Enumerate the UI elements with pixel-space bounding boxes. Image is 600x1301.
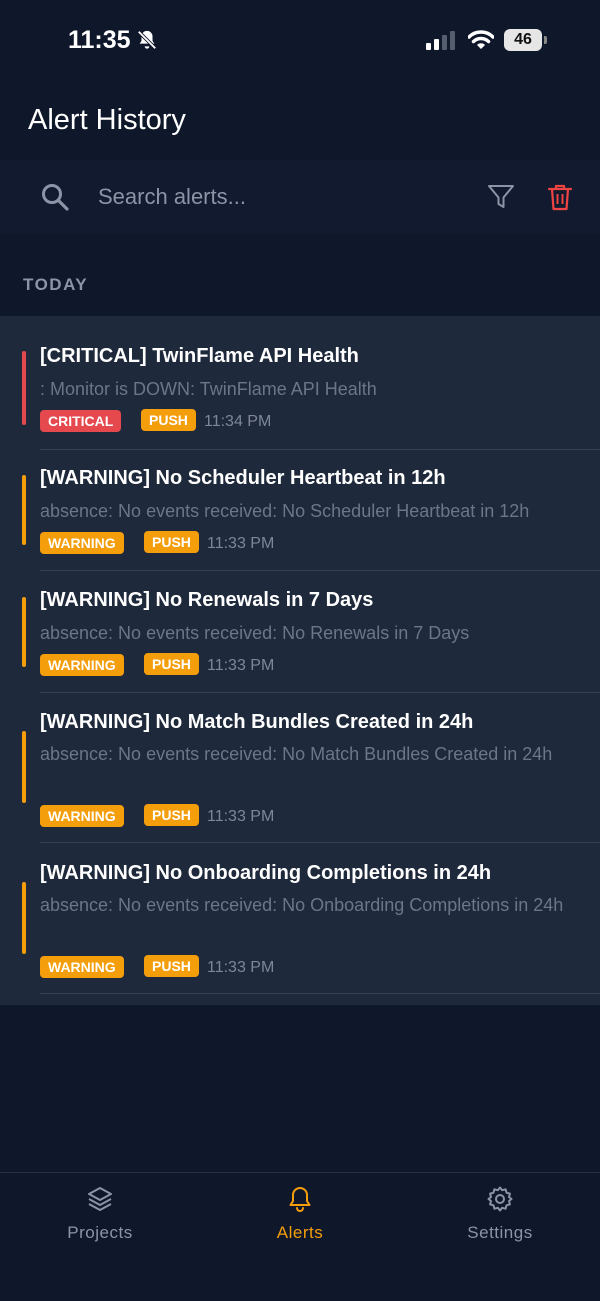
layers-icon — [88, 1187, 112, 1211]
wifi-icon — [468, 30, 494, 49]
severity-bar — [22, 475, 26, 545]
tab-label: Alerts — [276, 1223, 324, 1242]
channel-badge: PUSH — [144, 531, 199, 553]
alert-list: [CRITICAL] TwinFlame API Health : Monito… — [0, 316, 600, 1005]
bell-off-icon — [137, 30, 157, 50]
alert-message: absence: No events received: No Onboardi… — [40, 895, 564, 915]
page-title: Alert History — [28, 104, 186, 136]
channel-badge: PUSH — [141, 409, 196, 431]
channel-badge: PUSH — [144, 955, 199, 977]
tab-alerts[interactable]: Alerts — [200, 1185, 400, 1255]
severity-bar — [22, 597, 26, 667]
tab-settings[interactable]: Settings — [400, 1185, 600, 1255]
severity-bar — [22, 731, 26, 803]
alert-title: [CRITICAL] TwinFlame API Health — [40, 345, 359, 367]
alert-message: absence: No events received: No Match Bu… — [40, 744, 553, 764]
severity-badge: WARNING — [40, 805, 124, 827]
search-icon — [42, 184, 69, 211]
severity-badge: WARNING — [40, 956, 124, 978]
tab-projects[interactable]: Projects — [0, 1185, 200, 1255]
alert-time: 11:33 PM — [207, 808, 275, 825]
alert-title: [WARNING] No Scheduler Heartbeat in 12h — [40, 467, 446, 489]
alert-message: absence: No events received: No Renewals… — [40, 623, 470, 643]
tab-label: Projects — [67, 1223, 133, 1242]
cellular-signal-icon — [426, 31, 455, 50]
tab-bar: Projects Alerts Settings — [0, 1172, 600, 1301]
severity-badge: WARNING — [40, 654, 124, 676]
severity-bar — [22, 882, 26, 954]
alert-item[interactable]: [WARNING] No Renewals in 7 Days absence:… — [0, 571, 600, 693]
alert-time: 11:33 PM — [207, 657, 275, 674]
alert-item[interactable]: [WARNING] No Onboarding Completions in 2… — [0, 843, 600, 994]
filter-icon[interactable] — [486, 182, 516, 212]
alert-title: [WARNING] No Onboarding Completions in 2… — [40, 862, 492, 884]
gear-icon — [487, 1186, 513, 1212]
battery-indicator: 46 — [504, 29, 548, 51]
severity-bar — [22, 351, 26, 425]
alert-item[interactable]: [WARNING] No Match Bundles Created in 24… — [0, 693, 600, 843]
alert-time: 11:33 PM — [207, 959, 275, 976]
severity-badge: CRITICAL — [40, 410, 122, 432]
bell-icon — [289, 1187, 311, 1212]
status-time: 11:35 — [68, 26, 131, 54]
alert-message: : Monitor is DOWN: TwinFlame API Health — [40, 379, 377, 399]
battery-nub — [544, 36, 547, 44]
search-input[interactable] — [98, 180, 458, 214]
alert-item[interactable]: [WARNING] No Scheduler Heartbeat in 12h … — [0, 450, 600, 571]
alert-title: [WARNING] No Renewals in 7 Days — [40, 589, 374, 611]
channel-badge: PUSH — [144, 804, 199, 826]
battery-level: 46 — [504, 29, 542, 51]
trash-icon[interactable] — [546, 182, 574, 212]
tab-label: Settings — [467, 1223, 533, 1242]
alert-item[interactable]: [CRITICAL] TwinFlame API Health : Monito… — [0, 316, 600, 450]
divider — [40, 993, 600, 994]
alert-title: [WARNING] No Match Bundles Created in 24… — [40, 711, 474, 733]
alert-time: 11:34 PM — [204, 413, 272, 430]
status-bar: 11:35 46 — [0, 0, 600, 80]
alert-message: absence: No events received: No Schedule… — [40, 501, 530, 521]
alert-time: 11:33 PM — [207, 535, 275, 552]
section-header-today: TODAY — [23, 275, 89, 294]
severity-badge: WARNING — [40, 532, 124, 554]
channel-badge: PUSH — [144, 653, 199, 675]
